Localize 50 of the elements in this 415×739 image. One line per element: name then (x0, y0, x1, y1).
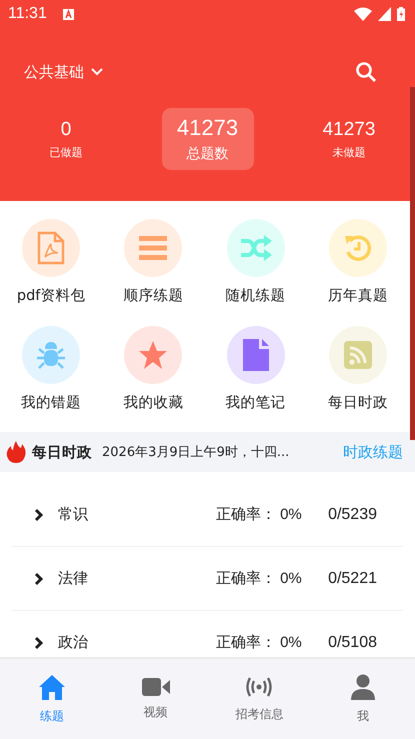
status-time: 11:31 (8, 5, 47, 23)
progress-count: 0/5239 (328, 506, 377, 524)
stat-card[interactable]: 41273 未做题 (303, 108, 395, 170)
shortcut-button[interactable]: 历年真题 (306, 219, 409, 325)
chevron-right-icon[interactable] (34, 572, 44, 586)
star-icon (138, 340, 168, 370)
search-icon[interactable] (355, 61, 377, 83)
signal-icon (378, 7, 391, 21)
tab-item[interactable]: 视频 (104, 659, 208, 739)
progress-count: 0/5108 (328, 634, 377, 652)
notification-icon (62, 8, 74, 20)
document-icon (37, 231, 66, 265)
person-icon (351, 674, 376, 700)
progress-count: 0/5221 (328, 570, 377, 588)
video-camera-icon (142, 678, 170, 696)
category-name[interactable]: 常识 (58, 505, 88, 524)
list-icon (139, 236, 168, 260)
home-icon (38, 674, 66, 700)
accuracy-value: 0% (280, 570, 303, 587)
document-icon (242, 338, 270, 372)
stat-card[interactable]: 0 已做题 (20, 108, 112, 170)
news-headline[interactable]: 2026年3月9日上午9时，十四... (102, 443, 290, 461)
wifi-icon (354, 7, 372, 21)
accuracy-label: 正确率： (216, 505, 276, 524)
shortcut-button[interactable]: 顺序练题 (102, 219, 204, 325)
tab-item[interactable]: 我 (311, 659, 415, 739)
shortcut-button[interactable]: 我的收藏 (102, 326, 204, 432)
category-name[interactable]: 政治 (58, 633, 88, 652)
shortcut-button[interactable]: pdf资料包 (0, 219, 102, 325)
category-name[interactable]: 法律 (58, 569, 88, 588)
history-icon (342, 233, 373, 263)
shortcut-button[interactable]: 我的笔记 (204, 326, 307, 432)
accuracy-value: 0% (280, 506, 303, 523)
shortcut-button[interactable]: 我的错题 (0, 326, 102, 432)
daily-news-title: 每日时政 (32, 444, 92, 462)
battery-icon (397, 7, 405, 21)
shortcut-button[interactable]: 每日时政 (306, 326, 409, 432)
chevron-right-icon[interactable] (34, 508, 44, 522)
accuracy-value: 0% (280, 634, 303, 651)
shuffle-icon (240, 235, 272, 261)
flame-icon (6, 441, 26, 463)
accuracy-label: 正确率： (216, 633, 276, 652)
chevron-right-icon[interactable] (34, 636, 44, 650)
rss-icon (344, 340, 372, 368)
subject-dropdown[interactable]: 公共基础 (24, 62, 104, 82)
tab-item[interactable]: 招考信息 (208, 659, 312, 739)
broadcast-icon (244, 676, 274, 698)
shortcut-button[interactable]: 随机练题 (204, 219, 307, 325)
chevron-down-icon (90, 67, 104, 77)
accuracy-label: 正确率： (216, 569, 276, 588)
